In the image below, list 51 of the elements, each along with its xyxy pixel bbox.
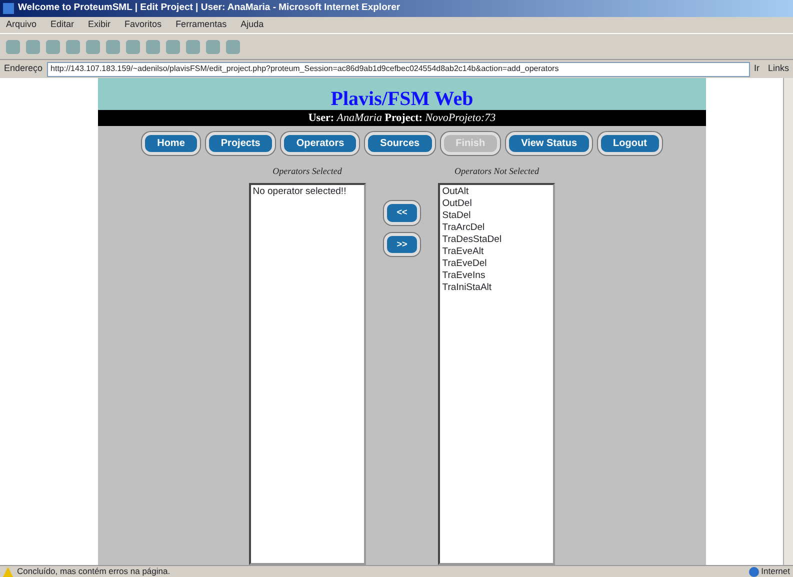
user-project-info: User: AnaMaria Project: NovoProjeto:73 <box>308 110 496 126</box>
address-field[interactable]: http://143.107.183.159/~adenilso/plavisFSM/edit_project.php?proteum_Session=ac86d9ab1d9cefbec024554d8ab2c14b&action=add_operators <box>46 62 750 76</box>
toolbar-icon[interactable] <box>146 40 160 54</box>
move-button[interactable]: << <box>384 201 420 224</box>
links-button[interactable]: Links <box>768 62 789 76</box>
move-button[interactable]: >> <box>384 232 420 256</box>
globe-icon <box>748 566 759 576</box>
menu-item[interactable]: Exibir <box>88 18 111 32</box>
menu-item[interactable]: Ferramentas <box>176 18 227 32</box>
list-item[interactable]: TraIniStaAlt <box>442 282 552 294</box>
toolbar-icon[interactable] <box>26 40 40 54</box>
list-item[interactable]: StaDel <box>442 210 552 222</box>
list-item[interactable]: TraDesStaDel <box>442 234 552 246</box>
address-label: Endereço <box>4 62 43 76</box>
nav-button[interactable]: Logout <box>598 132 662 155</box>
menu-item[interactable]: Arquivo <box>6 18 37 32</box>
toolbar-icon[interactable] <box>226 40 240 54</box>
selected-operators-list[interactable]: No operator selected!! <box>248 182 366 565</box>
list-item[interactable]: TraArcDel <box>442 222 552 234</box>
window-title: Welcome to ProteumSML | Edit Project | User: AnaMaria - Microsoft Internet Explorer <box>18 1 400 16</box>
toolbar-icon[interactable] <box>106 40 120 54</box>
toolbar-icon[interactable] <box>126 40 140 54</box>
site-heading: Plavis/FSM Web <box>330 88 474 110</box>
menu-item[interactable]: Ajuda <box>240 18 264 32</box>
available-operators-list[interactable]: OutAlt OutDel StaDel TraArcDel TraDesStaDel TraEveAlt TraEveDel TraEveIns TraIniStaAlt <box>438 182 556 565</box>
nav-button[interactable]: View Status <box>506 132 592 155</box>
menu-item[interactable]: Editar <box>50 18 74 32</box>
toolbar-icon[interactable] <box>206 40 220 54</box>
toolbar-icon[interactable] <box>166 40 180 54</box>
list-item[interactable]: OutDel <box>442 198 552 210</box>
toolbar-icon[interactable] <box>66 40 80 54</box>
nav-button[interactable]: Home <box>142 132 200 155</box>
nav-button[interactable]: Projects <box>206 132 276 155</box>
toolbar-icon[interactable] <box>86 40 100 54</box>
list-item[interactable]: TraEveIns <box>442 270 552 282</box>
scrollbar[interactable] <box>783 78 793 565</box>
list-item[interactable]: No operator selected!! <box>252 186 362 198</box>
menu-item[interactable]: Favoritos <box>124 18 162 32</box>
nav-button[interactable]: Sources <box>365 132 435 155</box>
list-item[interactable]: TraEveDel <box>442 258 552 270</box>
nav-button[interactable]: Operators <box>281 132 360 155</box>
list-item[interactable]: OutAlt <box>442 186 552 198</box>
list-item[interactable]: TraEveAlt <box>442 246 552 258</box>
toolbar-icon[interactable] <box>6 40 20 54</box>
status-message: Concluído, mas contém erros na página. <box>17 565 170 577</box>
zone-label: Internet <box>761 565 790 577</box>
toolbar-icon[interactable] <box>46 40 60 54</box>
list-caption: Operators Not Selected <box>454 165 539 178</box>
go-button[interactable]: Ir <box>754 62 760 76</box>
list-caption: Operators Selected <box>272 165 342 178</box>
toolbar-icon[interactable] <box>186 40 200 54</box>
